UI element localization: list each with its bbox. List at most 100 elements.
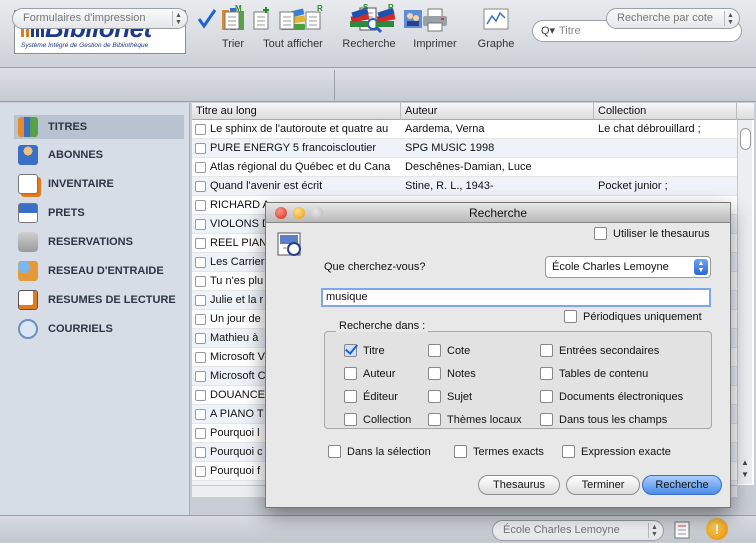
table-row[interactable]: Quand l'avenir est écrit Stine, R. L., 19… [192, 177, 737, 196]
scroll-thumb[interactable] [740, 128, 751, 150]
sidebar-item-titres[interactable]: TITRES [14, 115, 184, 139]
checkbox-box[interactable] [540, 367, 553, 380]
search-field-label: Éditeur [363, 390, 398, 403]
sidebar-item-abonnes[interactable]: ABONNES [18, 143, 188, 167]
checkbox-box[interactable] [564, 310, 577, 323]
checkbox-box[interactable] [562, 445, 575, 458]
row-checkbox[interactable] [195, 162, 206, 173]
search-field-checkbox[interactable]: Éditeur [344, 390, 398, 403]
row-checkbox[interactable] [195, 466, 206, 477]
checkbox-box[interactable] [454, 445, 467, 458]
row-checkbox[interactable] [195, 447, 206, 458]
checkbox-box[interactable] [428, 344, 441, 357]
row-checkbox[interactable] [195, 295, 206, 306]
exact-terms-checkbox[interactable]: Termes exacts [454, 445, 544, 458]
sidebar-item-reseau-entraide[interactable]: RESEAU D'ENTRAIDE [18, 259, 188, 283]
row-checkbox[interactable] [195, 219, 206, 230]
call-number-search-popup[interactable]: Recherche par cote ▲ ▼ [606, 8, 740, 29]
periodicals-only-checkbox[interactable]: Périodiques uniquement [564, 310, 702, 323]
zoom-window-icon[interactable] [311, 207, 323, 219]
column-header-collection[interactable]: Collection [594, 103, 737, 120]
checkbox-box[interactable] [540, 344, 553, 357]
minimize-window-icon[interactable] [293, 207, 305, 219]
checkbox-box[interactable] [344, 367, 357, 380]
query-input[interactable]: musique [321, 288, 711, 307]
pencil-note-icon [18, 290, 38, 310]
row-checkbox[interactable] [195, 257, 206, 268]
row-checkbox[interactable] [195, 409, 206, 420]
list-document-icon[interactable] [672, 520, 692, 540]
row-checkbox[interactable] [195, 390, 206, 401]
row-checkbox[interactable] [195, 352, 206, 363]
checkbox-box[interactable] [428, 390, 441, 403]
row-checkbox[interactable] [195, 371, 206, 382]
checkbox-box[interactable] [540, 413, 553, 426]
list-m-icon[interactable]: M [222, 4, 244, 30]
search-field-checkbox[interactable]: Tables de contenu [540, 367, 648, 380]
row-checkbox[interactable] [195, 200, 206, 211]
row-checkbox[interactable] [195, 143, 206, 154]
row-checkbox[interactable] [195, 314, 206, 325]
row-checkbox[interactable] [195, 124, 206, 135]
printer-icon [421, 6, 449, 34]
checkbox-box[interactable] [428, 413, 441, 426]
exact-expression-checkbox[interactable]: Expression exacte [562, 445, 671, 458]
search-field-checkbox[interactable]: Cote [428, 344, 470, 357]
checkbox-box[interactable] [344, 413, 357, 426]
use-thesaurus-label: Utiliser le thesaurus [613, 227, 710, 240]
close-button[interactable]: Terminer [566, 475, 640, 495]
row-checkbox[interactable] [195, 238, 206, 249]
search-submit-button[interactable]: Recherche [642, 475, 722, 495]
scroll-down-icon[interactable]: ▼ [741, 470, 749, 479]
list-icon[interactable] [277, 6, 299, 30]
use-thesaurus-checkbox[interactable]: Utiliser le thesaurus [594, 227, 710, 240]
alert-icon[interactable]: ! [706, 518, 728, 540]
checkbox-box[interactable] [428, 367, 441, 380]
checkbox-box[interactable] [540, 390, 553, 403]
checkbox-checked[interactable] [344, 344, 357, 357]
row-checkbox[interactable] [195, 276, 206, 287]
search-field-checkbox[interactable]: Documents électroniques [540, 390, 683, 403]
sidebar-item-inventaire[interactable]: INVENTAIRE [18, 172, 188, 196]
print-forms-popup[interactable]: Formulaires d'impression ▲ ▼ [12, 8, 188, 29]
search-field-checkbox[interactable]: Entrées secondaires [540, 344, 659, 357]
search-field-checkbox[interactable]: Sujet [428, 390, 472, 403]
list-add-icon[interactable] [251, 6, 273, 30]
checkbox-box[interactable] [328, 445, 341, 458]
row-checkbox[interactable] [195, 428, 206, 439]
table-row[interactable]: Atlas régional du Québec et du Cana Desch… [192, 158, 737, 177]
dialog-titlebar[interactable]: Recherche [266, 203, 730, 223]
table-row[interactable]: Le sphinx de l'autoroute et quatre au Aar… [192, 120, 737, 139]
list-r-icon[interactable]: R [303, 4, 325, 30]
graph-button[interactable]: Graphe [473, 6, 519, 50]
checkmark-icon[interactable] [196, 6, 218, 30]
school-popup[interactable]: École Charles Lemoyne ▲ ▼ [492, 520, 664, 541]
sidebar-item-reservations[interactable]: RESERVATIONS [18, 230, 188, 254]
sidebar-item-prets[interactable]: PRETS [18, 201, 188, 225]
search-icon: Q▾ [541, 25, 556, 37]
checkbox-box[interactable] [594, 227, 607, 240]
row-checkbox[interactable] [195, 333, 206, 344]
column-header-auteur[interactable]: Auteur [401, 103, 594, 120]
column-header-titre[interactable]: Titre au long [192, 103, 401, 120]
search-field-checkbox[interactable]: Titre [344, 344, 385, 357]
search-field-checkbox[interactable]: Auteur [344, 367, 395, 380]
school-select[interactable]: École Charles Lemoyne ▲ ▼ [545, 256, 711, 278]
checkbox-box[interactable] [344, 390, 357, 403]
vertical-scrollbar[interactable]: ▲ ▼ [737, 120, 752, 484]
in-selection-checkbox[interactable]: Dans la sélection [328, 445, 431, 458]
thesaurus-button[interactable]: Thesaurus [478, 475, 560, 495]
table-row[interactable]: PURE ENERGY 5 francoiscloutier SPG MUSIC … [192, 139, 737, 158]
row-checkbox[interactable] [195, 181, 206, 192]
search-field-checkbox[interactable]: Thèmes locaux [428, 413, 522, 426]
search-field-checkbox[interactable]: Collection [344, 413, 411, 426]
search-field-checkbox[interactable]: Notes [428, 367, 476, 380]
sidebar-item-resumes-lecture[interactable]: RESUMES DE LECTURE [18, 288, 188, 312]
people-book-icon[interactable] [402, 6, 424, 30]
books-s-icon[interactable]: S [349, 3, 371, 30]
books-r-icon[interactable]: R [375, 3, 397, 30]
search-field-checkbox[interactable]: Dans tous les champs [540, 413, 667, 426]
close-window-icon[interactable] [275, 207, 287, 219]
scroll-up-icon[interactable]: ▲ [741, 458, 749, 467]
sidebar-item-courriels[interactable]: COURRIELS [18, 317, 188, 341]
